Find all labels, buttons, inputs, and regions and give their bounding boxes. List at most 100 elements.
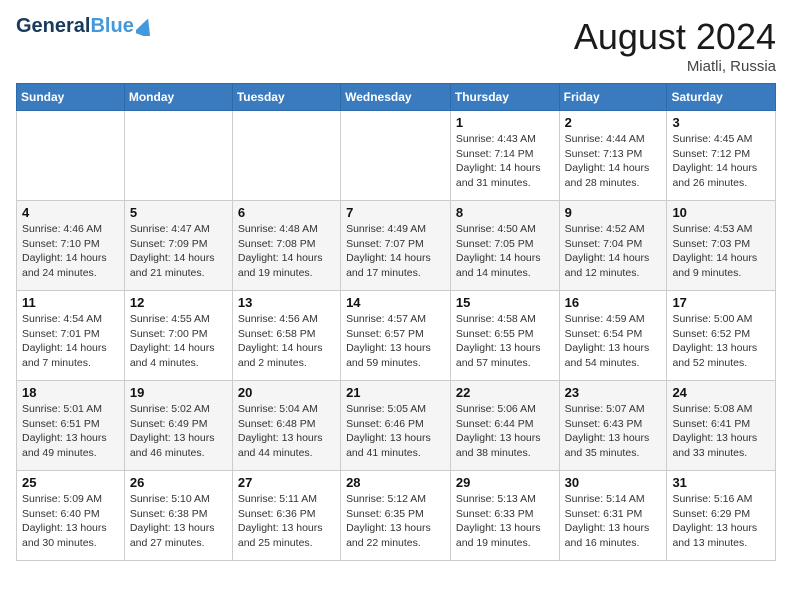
day-info: Sunrise: 5:04 AM Sunset: 6:48 PM Dayligh… (238, 402, 335, 461)
header-sunday: Sunday (17, 84, 125, 111)
day-number: 18 (22, 385, 119, 400)
day-info: Sunrise: 5:11 AM Sunset: 6:36 PM Dayligh… (238, 492, 335, 551)
header-monday: Monday (124, 84, 232, 111)
day-cell: 18 Sunrise: 5:01 AM Sunset: 6:51 PM Dayli… (17, 381, 125, 471)
day-info: Sunrise: 5:16 AM Sunset: 6:29 PM Dayligh… (672, 492, 770, 551)
day-info: Sunrise: 4:47 AM Sunset: 7:09 PM Dayligh… (130, 222, 227, 281)
day-info: Sunrise: 4:57 AM Sunset: 6:57 PM Dayligh… (346, 312, 445, 371)
logo-blue-text: Blue (90, 16, 133, 36)
logo-general: General (16, 16, 90, 36)
day-number: 30 (565, 475, 662, 490)
day-cell: 1Sunrise: 4:43 AM Sunset: 7:14 PM Daylig… (450, 111, 559, 201)
day-cell: 12Sunrise: 4:55 AM Sunset: 7:00 PM Dayli… (124, 291, 232, 381)
day-info: Sunrise: 5:14 AM Sunset: 6:31 PM Dayligh… (565, 492, 662, 551)
day-cell: 14 Sunrise: 4:57 AM Sunset: 6:57 PM Dayli… (341, 291, 451, 381)
day-cell: 24 Sunrise: 5:08 AM Sunset: 6:41 PM Dayli… (667, 381, 776, 471)
day-cell: 5 Sunrise: 4:47 AM Sunset: 7:09 PM Daylig… (124, 201, 232, 291)
day-number: 17 (672, 295, 770, 310)
day-number: 28 (346, 475, 445, 490)
day-cell: 22 Sunrise: 5:06 AM Sunset: 6:44 PM Dayli… (450, 381, 559, 471)
calendar-header-row: SundayMondayTuesdayWednesdayThursdayFrid… (17, 84, 776, 111)
day-info: Sunrise: 4:53 AM Sunset: 7:03 PM Dayligh… (672, 222, 770, 281)
week-row-1: 1Sunrise: 4:43 AM Sunset: 7:14 PM Daylig… (17, 111, 776, 201)
header-friday: Friday (559, 84, 667, 111)
day-cell: 17Sunrise: 5:00 AM Sunset: 6:52 PM Dayli… (667, 291, 776, 381)
day-info: Sunrise: 4:59 AM Sunset: 6:54 PM Dayligh… (565, 312, 662, 371)
day-number: 7 (346, 205, 445, 220)
day-info: Sunrise: 4:52 AM Sunset: 7:04 PM Dayligh… (565, 222, 662, 281)
day-cell: 23 Sunrise: 5:07 AM Sunset: 6:43 PM Dayli… (559, 381, 667, 471)
day-number: 21 (346, 385, 445, 400)
day-cell: 16 Sunrise: 4:59 AM Sunset: 6:54 PM Dayli… (559, 291, 667, 381)
month-year-title: August 2024 (574, 16, 776, 58)
day-number: 20 (238, 385, 335, 400)
day-cell: 13Sunrise: 4:56 AM Sunset: 6:58 PM Dayli… (232, 291, 340, 381)
day-cell (124, 111, 232, 201)
calendar-table: SundayMondayTuesdayWednesdayThursdayFrid… (16, 83, 776, 561)
day-number: 8 (456, 205, 554, 220)
day-info: Sunrise: 5:05 AM Sunset: 6:46 PM Dayligh… (346, 402, 445, 461)
day-number: 11 (22, 295, 119, 310)
page-header: General Blue August 2024 Miatli, Russia (16, 16, 776, 75)
day-number: 23 (565, 385, 662, 400)
day-number: 16 (565, 295, 662, 310)
header-thursday: Thursday (450, 84, 559, 111)
day-cell (341, 111, 451, 201)
week-row-5: 25 Sunrise: 5:09 AM Sunset: 6:40 PM Dayli… (17, 471, 776, 561)
day-number: 10 (672, 205, 770, 220)
day-number: 31 (672, 475, 770, 490)
day-cell: 4 Sunrise: 4:46 AM Sunset: 7:10 PM Daylig… (17, 201, 125, 291)
day-cell: 6 Sunrise: 4:48 AM Sunset: 7:08 PM Daylig… (232, 201, 340, 291)
day-cell: 21 Sunrise: 5:05 AM Sunset: 6:46 PM Dayli… (341, 381, 451, 471)
day-number: 3 (672, 115, 770, 130)
week-row-4: 18 Sunrise: 5:01 AM Sunset: 6:51 PM Dayli… (17, 381, 776, 471)
location-text: Miatli, Russia (574, 58, 776, 75)
day-cell (232, 111, 340, 201)
day-info: Sunrise: 4:49 AM Sunset: 7:07 PM Dayligh… (346, 222, 445, 281)
day-info: Sunrise: 4:46 AM Sunset: 7:10 PM Dayligh… (22, 222, 119, 281)
day-info: Sunrise: 4:54 AM Sunset: 7:01 PM Dayligh… (22, 312, 119, 371)
day-number: 4 (22, 205, 119, 220)
day-cell: 10 Sunrise: 4:53 AM Sunset: 7:03 PM Dayli… (667, 201, 776, 291)
day-info: Sunrise: 4:50 AM Sunset: 7:05 PM Dayligh… (456, 222, 554, 281)
day-number: 25 (22, 475, 119, 490)
day-cell: 28Sunrise: 5:12 AM Sunset: 6:35 PM Dayli… (341, 471, 451, 561)
day-info: Sunrise: 4:56 AM Sunset: 6:58 PM Dayligh… (238, 312, 335, 371)
day-cell: 27Sunrise: 5:11 AM Sunset: 6:36 PM Dayli… (232, 471, 340, 561)
day-number: 5 (130, 205, 227, 220)
day-info: Sunrise: 5:09 AM Sunset: 6:40 PM Dayligh… (22, 492, 119, 551)
logo-arrow-icon (136, 18, 154, 36)
title-block: August 2024 Miatli, Russia (574, 16, 776, 75)
day-info: Sunrise: 5:10 AM Sunset: 6:38 PM Dayligh… (130, 492, 227, 551)
day-info: Sunrise: 4:58 AM Sunset: 6:55 PM Dayligh… (456, 312, 554, 371)
day-info: Sunrise: 5:08 AM Sunset: 6:41 PM Dayligh… (672, 402, 770, 461)
day-number: 22 (456, 385, 554, 400)
day-number: 14 (346, 295, 445, 310)
logo: General Blue (16, 16, 154, 36)
day-info: Sunrise: 5:13 AM Sunset: 6:33 PM Dayligh… (456, 492, 554, 551)
day-info: Sunrise: 5:02 AM Sunset: 6:49 PM Dayligh… (130, 402, 227, 461)
day-info: Sunrise: 4:55 AM Sunset: 7:00 PM Dayligh… (130, 312, 227, 371)
day-number: 15 (456, 295, 554, 310)
day-info: Sunrise: 4:48 AM Sunset: 7:08 PM Dayligh… (238, 222, 335, 281)
day-info: Sunrise: 4:44 AM Sunset: 7:13 PM Dayligh… (565, 132, 662, 191)
day-info: Sunrise: 5:06 AM Sunset: 6:44 PM Dayligh… (456, 402, 554, 461)
day-cell: 19Sunrise: 5:02 AM Sunset: 6:49 PM Dayli… (124, 381, 232, 471)
day-cell: 2 Sunrise: 4:44 AM Sunset: 7:13 PM Daylig… (559, 111, 667, 201)
day-number: 24 (672, 385, 770, 400)
day-number: 6 (238, 205, 335, 220)
header-tuesday: Tuesday (232, 84, 340, 111)
day-cell: 25 Sunrise: 5:09 AM Sunset: 6:40 PM Dayli… (17, 471, 125, 561)
day-cell: 11 Sunrise: 4:54 AM Sunset: 7:01 PM Dayli… (17, 291, 125, 381)
day-number: 2 (565, 115, 662, 130)
header-saturday: Saturday (667, 84, 776, 111)
day-cell: 31 Sunrise: 5:16 AM Sunset: 6:29 PM Dayli… (667, 471, 776, 561)
day-cell: 15 Sunrise: 4:58 AM Sunset: 6:55 PM Dayli… (450, 291, 559, 381)
day-info: Sunrise: 5:07 AM Sunset: 6:43 PM Dayligh… (565, 402, 662, 461)
day-cell: 9Sunrise: 4:52 AM Sunset: 7:04 PM Daylig… (559, 201, 667, 291)
day-cell (17, 111, 125, 201)
day-info: Sunrise: 5:01 AM Sunset: 6:51 PM Dayligh… (22, 402, 119, 461)
day-cell: 26Sunrise: 5:10 AM Sunset: 6:38 PM Dayli… (124, 471, 232, 561)
day-cell: 8 Sunrise: 4:50 AM Sunset: 7:05 PM Daylig… (450, 201, 559, 291)
week-row-2: 4 Sunrise: 4:46 AM Sunset: 7:10 PM Daylig… (17, 201, 776, 291)
